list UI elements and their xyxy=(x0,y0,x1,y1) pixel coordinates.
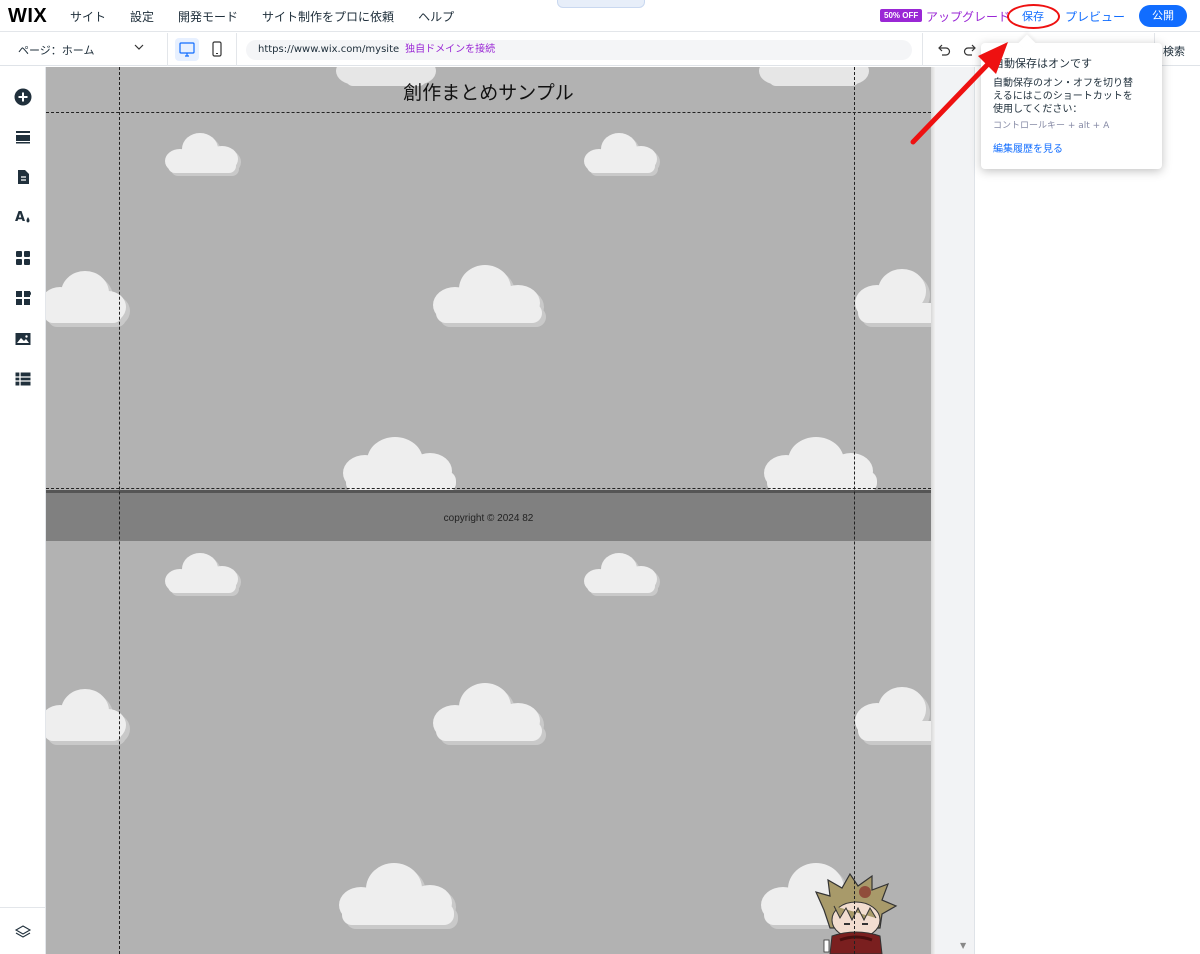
desktop-view-button[interactable] xyxy=(175,38,199,61)
left-toolbar: A xyxy=(0,67,46,954)
menu-item-settings[interactable]: 設定 xyxy=(130,8,154,25)
footer-copyright[interactable]: copyright © 2024 82 xyxy=(46,513,931,524)
autosave-desc-line: 自動保存のオン・オフを切り替 xyxy=(993,78,1133,89)
divider xyxy=(922,33,923,66)
annotation-ellipse xyxy=(1007,4,1060,29)
redo-icon[interactable] xyxy=(962,42,978,58)
cloud-decoration xyxy=(46,689,130,745)
menu-item-help[interactable]: ヘルプ xyxy=(418,8,454,25)
grid-guide-left[interactable] xyxy=(119,67,120,954)
cloud-decoration xyxy=(855,687,931,745)
svg-text:A: A xyxy=(15,210,25,225)
wix-logo[interactable]: WIX xyxy=(8,5,47,28)
autosave-shortcut: コントロールキー + alt + A xyxy=(993,121,1110,131)
site-footer[interactable]: copyright © 2024 82 xyxy=(46,490,931,541)
site-canvas[interactable]: 創作まとめサンプル copyright © 2024 82 xyxy=(46,67,931,954)
mobile-view-button[interactable] xyxy=(205,38,229,61)
cloud-decoration xyxy=(433,683,546,745)
collapse-handle[interactable]: ˄ xyxy=(557,0,645,8)
divider xyxy=(236,33,237,66)
mobile-icon xyxy=(212,41,222,57)
cloud-decoration xyxy=(343,437,456,492)
divider xyxy=(0,907,46,908)
media-icon[interactable] xyxy=(13,329,33,349)
grid-guide-right[interactable] xyxy=(854,67,855,954)
add-icon[interactable] xyxy=(13,87,33,107)
cloud-decoration xyxy=(165,133,241,176)
site-url: https://www.wix.com/mysite xyxy=(258,44,400,55)
theme-icon[interactable]: A xyxy=(13,207,33,227)
desktop-icon xyxy=(179,42,195,57)
chevron-down-icon[interactable] xyxy=(134,42,144,55)
connect-domain-link[interactable]: 独自ドメインを接続 xyxy=(405,44,495,55)
canvas-gutter xyxy=(935,67,974,954)
footer-boundary xyxy=(46,488,931,489)
discount-badge: 50% OFF xyxy=(880,9,923,22)
menu-item-site[interactable]: サイト xyxy=(70,8,106,25)
header-boundary xyxy=(46,112,931,113)
divider xyxy=(167,33,168,66)
cms-icon[interactable] xyxy=(13,369,33,389)
cloud-decoration xyxy=(46,271,130,327)
business-apps-icon[interactable] xyxy=(13,288,33,308)
pages-icon[interactable] xyxy=(13,167,33,187)
autosave-title: 自動保存はオンです xyxy=(993,57,1092,70)
cloud-decoration xyxy=(584,553,660,596)
cloud-decoration xyxy=(764,437,877,492)
apps-icon[interactable] xyxy=(13,248,33,268)
cloud-decoration xyxy=(855,269,931,327)
edit-history-link[interactable]: 編集履歴を見る xyxy=(993,140,1150,155)
cloud-decoration xyxy=(165,553,241,596)
upgrade-link[interactable]: アップグレード xyxy=(926,8,1010,25)
sections-icon[interactable] xyxy=(13,127,33,147)
autosave-desc-line: えるにはこのショートカットを xyxy=(993,91,1133,102)
layers-icon[interactable] xyxy=(13,922,33,942)
undo-icon[interactable] xyxy=(936,42,952,58)
url-bar: https://www.wix.com/mysite 独自ドメインを接続 xyxy=(246,40,912,60)
autosave-tooltip: 自動保存はオンです 自動保存のオン・オフを切り替 えるにはこのショートカットを … xyxy=(981,34,1162,169)
search-button[interactable]: 検索 xyxy=(1163,43,1185,59)
cloud-decoration xyxy=(339,863,458,929)
character-illustration[interactable] xyxy=(810,870,902,954)
autosave-desc-line: 使用してください： xyxy=(993,104,1083,115)
menu-item-hire-pro[interactable]: サイト制作をプロに依頼 xyxy=(262,8,394,25)
preview-button[interactable]: プレビュー xyxy=(1065,8,1125,25)
page-selector[interactable]: ページ：ホーム xyxy=(18,42,94,58)
scroll-down-icon[interactable]: ▼ xyxy=(960,941,966,950)
cloud-decoration xyxy=(584,133,660,176)
main-menu: サイト 設定 開発モード サイト制作をプロに依頼 ヘルプ xyxy=(70,8,454,25)
publish-button[interactable]: 公開 xyxy=(1139,5,1187,27)
site-title[interactable]: 創作まとめサンプル xyxy=(46,78,931,105)
menu-item-dev-mode[interactable]: 開発モード xyxy=(178,8,238,25)
cloud-decoration xyxy=(433,265,546,327)
autosave-description: 自動保存のオン・オフを切り替 えるにはこのショートカットを 使用してください： xyxy=(993,77,1150,116)
right-panel xyxy=(974,67,1200,954)
